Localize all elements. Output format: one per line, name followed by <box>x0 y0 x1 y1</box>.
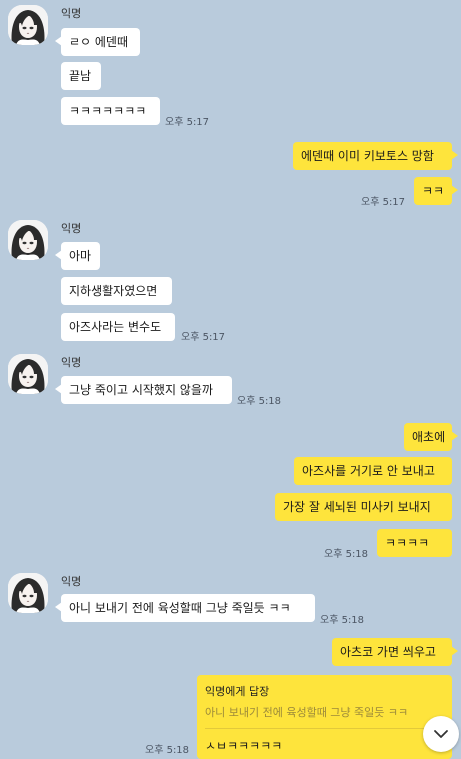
avatar[interactable] <box>8 5 48 45</box>
message-bubble[interactable]: 아니 보내기 전에 육성할때 그냥 죽일듯 ㅋㅋ <box>55 594 315 622</box>
avatar[interactable] <box>8 354 48 394</box>
message-bubble[interactable]: ㅋㅋ <box>414 177 458 205</box>
reply-text: ㅅㅂㅋㅋㅋㅋㅋ <box>205 739 283 753</box>
anime-girl-avatar-icon <box>8 220 48 260</box>
message-bubble[interactable]: 아즈사를 거기로 안 보내고 <box>294 457 452 485</box>
sender-name: 익명 <box>61 222 82 235</box>
message-time: 오후 5:17 <box>181 332 226 343</box>
message-bubble[interactable]: ㅋㅋㅋㅋㅋㅋㅋ <box>61 97 160 125</box>
sender-name: 익명 <box>61 575 82 588</box>
message-time: 오후 5:18 <box>324 549 369 560</box>
reply-message-bubble[interactable]: 익명에게 답장 아니 보내기 전에 육성할때 그냥 죽일듯 ㅋㅋ ㅅㅂㅋㅋㅋㅋㅋ <box>197 675 452 759</box>
reply-quote: 아니 보내기 전에 육성할때 그냥 죽일듯 ㅋㅋ <box>205 706 409 719</box>
message-bubble[interactable]: 에덴때 이미 키보토스 망함 <box>293 142 458 170</box>
chevron-down-icon <box>434 730 448 738</box>
anime-girl-avatar-icon <box>8 5 48 45</box>
avatar[interactable] <box>8 573 48 613</box>
anime-girl-avatar-icon <box>8 573 48 613</box>
message-bubble[interactable]: 아츠코 가면 씌우고 <box>332 638 458 666</box>
anime-girl-avatar-icon <box>8 354 48 394</box>
message-time: 오후 5:17 <box>361 197 406 208</box>
reply-divider <box>205 728 444 729</box>
scroll-to-bottom-button[interactable] <box>423 716 459 752</box>
message-bubble[interactable]: 끝남 <box>61 62 101 90</box>
message-bubble[interactable]: 가장 잘 세뇌된 미사키 보내지 <box>275 493 452 521</box>
message-bubble[interactable]: ㅋㅋㅋㅋ <box>377 529 452 557</box>
message-bubble[interactable]: 지하생활자였으면 <box>61 277 172 305</box>
message-bubble[interactable]: ㄹㅇ 에덴때 <box>55 28 140 56</box>
sender-name: 익명 <box>61 356 82 369</box>
message-time: 오후 5:17 <box>165 117 210 128</box>
avatar[interactable] <box>8 220 48 260</box>
message-time: 오후 5:18 <box>237 396 282 407</box>
message-bubble[interactable]: 아마 <box>55 242 100 270</box>
sender-name: 익명 <box>61 7 82 20</box>
message-time: 오후 5:18 <box>145 745 190 756</box>
message-bubble[interactable]: 그냥 죽이고 시작했지 않을까 <box>55 376 232 404</box>
reply-title: 익명에게 답장 <box>205 685 270 698</box>
message-bubble[interactable]: 애초에 <box>404 423 458 451</box>
message-time: 오후 5:18 <box>320 615 365 626</box>
message-bubble[interactable]: 아즈사라는 변수도 <box>61 313 175 341</box>
